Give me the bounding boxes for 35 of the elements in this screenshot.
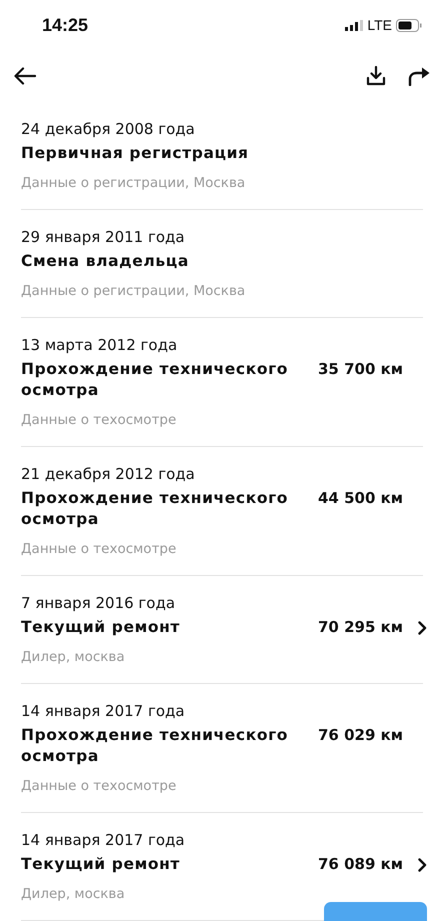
event-title: Первичная регистрация: [21, 143, 250, 164]
share-arrow-icon[interactable]: [408, 66, 430, 86]
event-title: Прохождение технического осмотра: [21, 359, 290, 401]
event-date: 14 января 2017 года: [21, 830, 186, 851]
back-arrow-icon[interactable]: [14, 67, 36, 85]
mileage: 35 700 км: [318, 359, 404, 380]
mileage: 76 029 км: [318, 725, 404, 746]
chevron-right-icon[interactable]: [418, 621, 427, 635]
event-source: Данные о регистрации, Москва: [21, 174, 246, 193]
event-date: 13 марта 2012 года: [21, 335, 178, 356]
chevron-right-icon[interactable]: [418, 858, 427, 872]
event-date: 24 декабря 2008 года: [21, 119, 196, 140]
mileage: 76 089 км: [318, 854, 404, 875]
event-date: 14 января 2017 года: [21, 701, 186, 722]
event-source: Дилер, москва: [21, 648, 126, 667]
event-title: Смена владельца: [21, 251, 190, 272]
event-source: Данные о регистрации, Москва: [21, 282, 246, 301]
event-date: 21 декабря 2012 года: [21, 464, 196, 485]
event-source: Данные о техосмотре: [21, 411, 178, 430]
download-icon[interactable]: [366, 66, 386, 86]
event-title: Текущий ремонт: [21, 854, 181, 875]
event-source: Данные о техосмотре: [21, 540, 178, 559]
signal-icon: [345, 20, 364, 30]
event-title: Прохождение технического осмотра: [21, 725, 290, 767]
event-source: Дилер, москва: [21, 885, 126, 904]
mileage: 44 500 км: [318, 488, 404, 509]
event-title: Текущий ремонт: [21, 617, 181, 638]
mileage: 70 295 км: [318, 617, 404, 638]
network-type: LTE: [367, 16, 392, 34]
event-title: Прохождение технического осмотра: [21, 488, 290, 530]
event-date: 29 января 2011 года: [21, 227, 186, 248]
event-date: 7 января 2016 года: [21, 593, 176, 614]
event-source: Данные о техосмотре: [21, 777, 178, 796]
status-time: 14:25: [42, 14, 88, 36]
battery-icon: [396, 18, 422, 32]
